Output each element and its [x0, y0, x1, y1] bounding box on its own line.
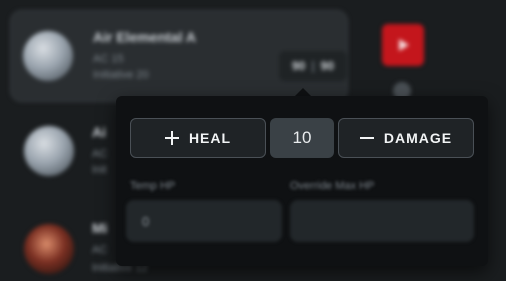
amount-input[interactable]: [270, 118, 334, 158]
hp-display[interactable]: 90 | 90: [279, 51, 347, 81]
heal-label: HEAL: [188, 130, 232, 146]
heal-button[interactable]: HEAL: [130, 118, 266, 158]
combatant-ac: AC: [92, 148, 108, 160]
combatant-initiative: Initiative 20: [93, 69, 149, 81]
combatant-name: Mi: [92, 220, 108, 236]
combatant-name: Ai: [92, 124, 106, 140]
combatant-name: Air Elemental A: [93, 29, 196, 45]
combatant-initiative: Init: [92, 164, 107, 176]
combatant-avatar: [23, 31, 73, 81]
hp-max: 90: [320, 59, 335, 73]
hp-current: 90: [291, 59, 306, 73]
damage-label: DAMAGE: [383, 130, 453, 146]
temp-hp-input[interactable]: [126, 200, 282, 242]
temp-hp-label: Temp HP: [130, 180, 176, 192]
minus-icon: [359, 137, 374, 139]
combatant-avatar: [24, 126, 74, 176]
override-max-hp-input[interactable]: [290, 200, 474, 242]
plus-icon: [164, 131, 179, 145]
play-icon: [399, 39, 409, 51]
combatant-avatar: [24, 224, 74, 274]
hp-adjust-popover: HEAL DAMAGE Temp HP Override Max HP: [116, 96, 488, 266]
combatant-ac: AC: [92, 244, 108, 256]
damage-button[interactable]: DAMAGE: [338, 118, 474, 158]
hp-separator: |: [311, 59, 315, 73]
combatant-ac: AC 15: [93, 53, 124, 65]
override-max-hp-label: Override Max HP: [290, 180, 375, 192]
side-action-button[interactable]: [382, 24, 424, 66]
